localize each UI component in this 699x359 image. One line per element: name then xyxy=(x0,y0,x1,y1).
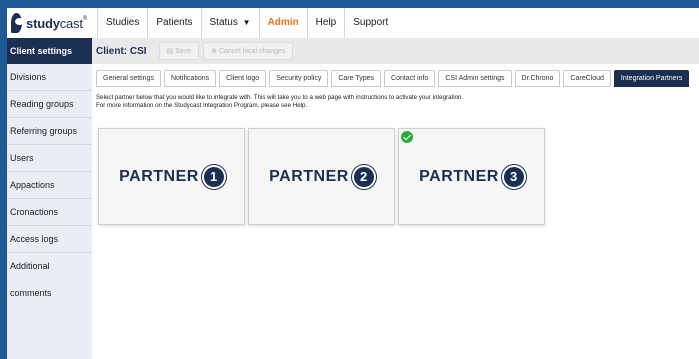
intro-text: Select partner below that you would like… xyxy=(92,92,699,112)
save-label: Save xyxy=(175,48,192,55)
sidebar-item-divisions[interactable]: Divisions xyxy=(7,64,92,91)
tab-security-policy[interactable]: Security policy xyxy=(269,70,329,87)
nav-status-label: Status xyxy=(209,17,238,28)
cancel-label: Cancel local changes xyxy=(218,48,286,55)
sidebar-item-users[interactable]: Users xyxy=(7,145,92,172)
cancel-icon: ⊗ xyxy=(211,48,219,55)
partner-number-badge: 3 xyxy=(503,166,524,187)
nav-status[interactable]: Status ▼ xyxy=(202,8,260,38)
tab-general-settings[interactable]: General settings xyxy=(96,70,161,87)
sidebar-item-appactions[interactable]: Appactions xyxy=(7,172,92,199)
tab-client-logo[interactable]: Client logo xyxy=(219,70,267,87)
tab-contact-info[interactable]: Contact info xyxy=(384,70,436,87)
caret-down-icon: ▼ xyxy=(242,18,251,27)
logo-brand-light: cast xyxy=(59,15,83,31)
partner-card-1[interactable]: PARTNER 1 xyxy=(98,128,245,225)
top-bar: studycast® Studies Patients Status ▼ Adm… xyxy=(7,8,699,38)
main-content: Client: CSI ▤ Save ⊗ Cancel local change… xyxy=(92,38,699,359)
checkmark-icon xyxy=(401,131,413,143)
app-window: studycast® Studies Patients Status ▼ Adm… xyxy=(7,8,699,359)
logo-text: studycast® xyxy=(26,16,87,31)
tab-integration-partners[interactable]: Integration Partners xyxy=(613,70,690,87)
logo-reg-mark: ® xyxy=(82,15,87,22)
tab-csi-admin-settings[interactable]: CSI Admin settings xyxy=(438,70,512,87)
nav-help[interactable]: Help xyxy=(308,8,346,38)
nav-admin[interactable]: Admin xyxy=(260,8,308,38)
nav-support[interactable]: Support xyxy=(345,8,396,38)
sidebar-item-cronactions[interactable]: Cronactions xyxy=(7,199,92,226)
partner-name: PARTNER xyxy=(119,167,199,185)
save-button[interactable]: ▤ Save xyxy=(158,42,200,60)
save-icon: ▤ xyxy=(166,48,176,55)
partner-card-label: PARTNER 3 xyxy=(419,166,524,187)
intro-line-1: Select partner below that you would like… xyxy=(96,94,464,101)
tab-notifications[interactable]: Notifications xyxy=(163,70,217,87)
tab-care-types[interactable]: Care Types xyxy=(331,70,382,87)
partner-card-label: PARTNER 1 xyxy=(119,166,224,187)
main-nav: Studies Patients Status ▼ Admin Help Sup… xyxy=(97,8,396,38)
partner-number-badge: 2 xyxy=(353,166,374,187)
sidebar-item-referring-groups[interactable]: Referring groups xyxy=(7,118,92,145)
sidebar-item-reading-groups[interactable]: Reading groups xyxy=(7,91,92,118)
sidebar-header: Client settings xyxy=(7,38,92,64)
sidebar-item-additional-comments[interactable]: Additional comments xyxy=(7,253,92,298)
studycast-logo-icon xyxy=(11,13,25,33)
tab-carecloud[interactable]: CareCloud xyxy=(563,70,611,87)
partner-card-3[interactable]: PARTNER 3 xyxy=(398,128,545,225)
logo-brand-bold: study xyxy=(26,15,60,31)
nav-studies[interactable]: Studies xyxy=(97,8,149,38)
intro-line-2: For more information on the Studycast In… xyxy=(96,102,308,109)
settings-tabs: General settings Notifications Client lo… xyxy=(92,64,699,92)
partner-name: PARTNER xyxy=(419,167,499,185)
partner-card-label: PARTNER 2 xyxy=(269,166,374,187)
client-toolbar: Client: CSI ▤ Save ⊗ Cancel local change… xyxy=(92,38,699,64)
partner-cards: PARTNER 1 PARTNER 2 PARTNER 3 xyxy=(98,128,558,228)
partner-card-2[interactable]: PARTNER 2 xyxy=(248,128,395,225)
cancel-local-changes-button[interactable]: ⊗ Cancel local changes xyxy=(203,42,294,60)
partner-name: PARTNER xyxy=(269,167,349,185)
sidebar: Client settings Divisions Reading groups… xyxy=(7,38,92,359)
tab-dr-chrono[interactable]: Dr.Chrono xyxy=(514,70,561,87)
partner-number-badge: 1 xyxy=(203,166,224,187)
nav-patients[interactable]: Patients xyxy=(148,8,202,38)
client-title: Client: CSI xyxy=(96,45,147,57)
studycast-logo[interactable]: studycast® xyxy=(7,8,87,38)
sidebar-item-access-logs[interactable]: Access logs xyxy=(7,226,92,253)
